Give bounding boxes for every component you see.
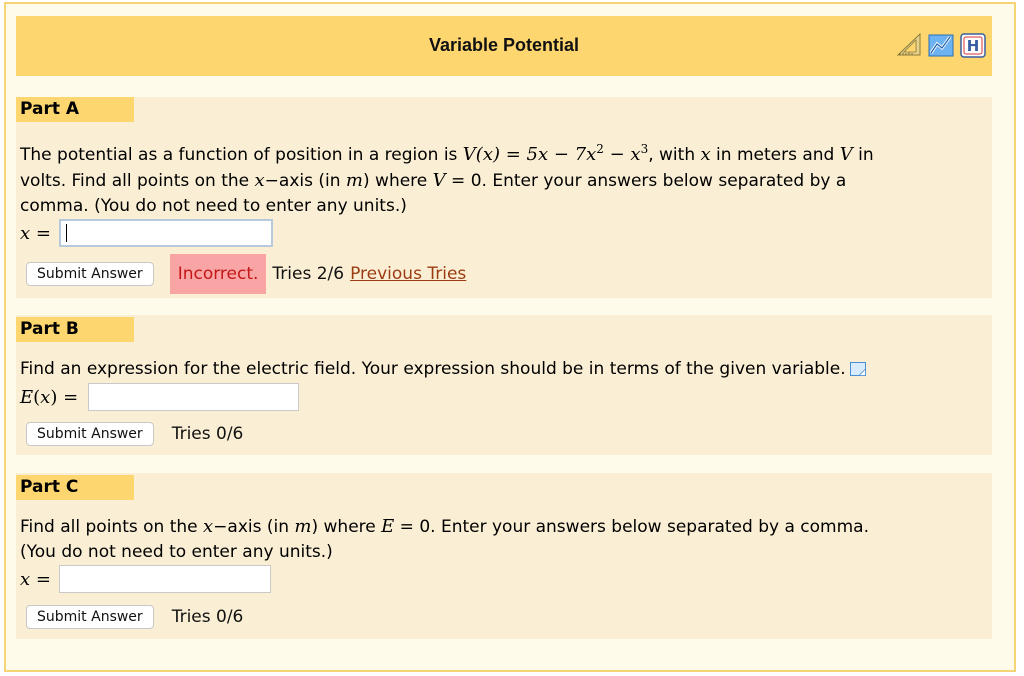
part-b: Part B Find an expression for the electr… — [16, 315, 992, 455]
part-c: Part C Find all points on the x−axis (in… — [16, 473, 992, 639]
sketch-hint-icon[interactable] — [849, 362, 866, 376]
incorrect-badge: Incorrect. — [169, 254, 267, 294]
part-a-line-2: volts. Find all points on the x−axis (in… — [20, 170, 847, 191]
potential-equation: V(x) = 5x − 7x2 − x3 — [462, 142, 649, 165]
part-c-line-1: Find all points on the x−axis (in m) whe… — [20, 516, 869, 537]
part-b-submit-button[interactable]: Submit Answer — [26, 422, 154, 446]
part-b-tries: Tries 0/6 — [171, 424, 244, 444]
part-c-status: Tries 0/6 — [154, 607, 244, 627]
part-a-submit-button[interactable]: Submit Answer — [26, 262, 154, 286]
part-a-tries: Tries 2/6 — [272, 264, 345, 284]
part-a-input-label: x = — [20, 222, 51, 244]
part-c-question: Find all points on the x−axis (in m) whe… — [20, 514, 986, 565]
part-c-line-2: (You do not need to enter any units.) — [20, 542, 333, 562]
part-a: Part A The potential as a function of po… — [16, 97, 992, 298]
part-c-submit-button[interactable]: Submit Answer — [26, 605, 154, 629]
ruler-triangle-icon[interactable] — [896, 31, 922, 59]
svg-text:H: H — [967, 37, 980, 55]
part-c-tries: Tries 0/6 — [171, 607, 244, 627]
text-caret — [65, 224, 67, 242]
previous-tries-link[interactable]: Previous Tries — [350, 264, 466, 284]
sketch-icon[interactable] — [928, 31, 954, 59]
part-a-status: Incorrect. Tries 2/6 Previous Tries — [154, 254, 466, 294]
part-b-input-row: E(x) = — [20, 382, 300, 412]
part-a-question: The potential as a function of position … — [20, 142, 986, 219]
part-c-input-row: x = — [20, 564, 271, 594]
part-c-label: Part C — [16, 475, 134, 500]
part-c-input-label: x = — [20, 568, 51, 590]
header-icons: H — [896, 31, 986, 59]
hint-h-icon[interactable]: H — [960, 31, 986, 59]
part-b-answer-input[interactable] — [88, 383, 300, 411]
part-c-submit-row: Submit Answer Tries 0/6 — [26, 597, 243, 637]
part-b-status: Tries 0/6 — [154, 424, 244, 444]
problem-title: Variable Potential — [428, 35, 580, 55]
problem-header: Variable Potential H — [16, 16, 992, 76]
part-a-answer-input[interactable] — [58, 219, 273, 247]
part-a-line-1: The potential as a function of position … — [20, 142, 874, 165]
part-c-answer-input[interactable] — [58, 565, 271, 593]
part-a-submit-row: Submit Answer Incorrect. Tries 2/6 Previ… — [26, 254, 466, 294]
part-a-label: Part A — [16, 97, 134, 122]
part-a-input-row: x = — [20, 218, 273, 248]
part-b-label: Part B — [16, 317, 134, 342]
part-b-submit-row: Submit Answer Tries 0/6 — [26, 414, 243, 454]
part-a-line-3: comma. (You do not need to enter any uni… — [20, 196, 407, 216]
part-b-input-label: E(x) = — [20, 386, 79, 408]
part-b-question: Find an expression for the electric fiel… — [20, 357, 986, 382]
